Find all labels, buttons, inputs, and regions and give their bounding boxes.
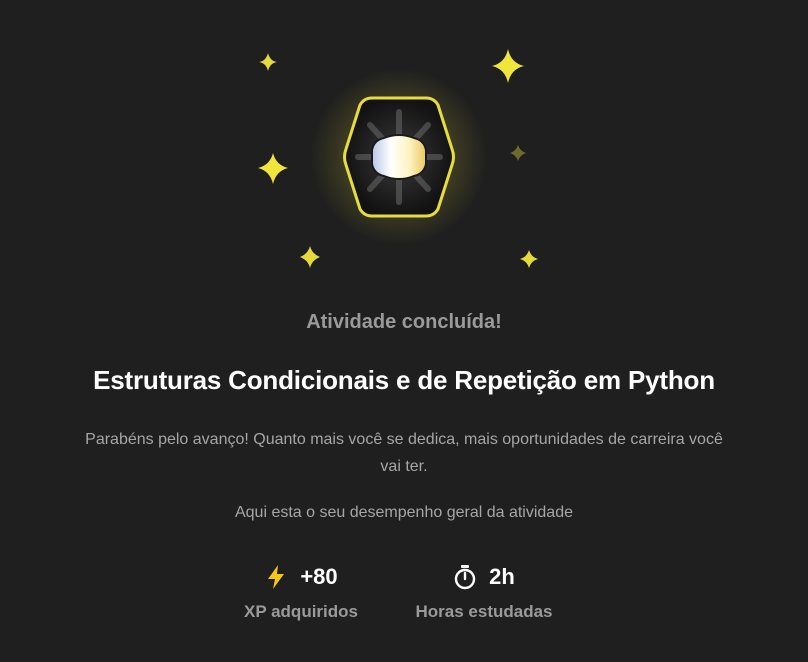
hours-stat: 2h Horas estudadas xyxy=(404,562,564,622)
lightning-icon xyxy=(264,564,288,590)
congrats-message: Parabéns pelo avanço! Quanto mais você s… xyxy=(85,431,723,475)
sparkle-icon xyxy=(510,145,526,161)
achievement-illustration xyxy=(258,49,538,268)
achievement-badge-icon xyxy=(343,96,455,218)
performance-summary: Aqui esta o seu desempenho geral da ativ… xyxy=(234,504,573,521)
stats-row: +80 XP adquiridos 2h Horas estudadas xyxy=(0,562,808,632)
sparkle-icon xyxy=(259,53,277,71)
sparkle-icon xyxy=(520,250,538,268)
hours-label: Horas estudadas xyxy=(415,602,553,621)
sparkle-icon xyxy=(258,153,288,184)
hours-value: 2h xyxy=(489,564,515,589)
sparkle-icon xyxy=(300,246,320,268)
xp-label: XP adquiridos xyxy=(244,602,358,621)
sparkle-icon xyxy=(492,49,524,83)
stopwatch-icon xyxy=(453,564,477,590)
course-title: Estruturas Condicionais e de Repetição e… xyxy=(93,365,715,395)
xp-stat: +80 XP adquiridos xyxy=(221,562,381,622)
xp-value: +80 xyxy=(300,564,338,589)
completion-status: Atividade concluída! xyxy=(306,311,502,333)
completion-hero xyxy=(0,0,808,290)
